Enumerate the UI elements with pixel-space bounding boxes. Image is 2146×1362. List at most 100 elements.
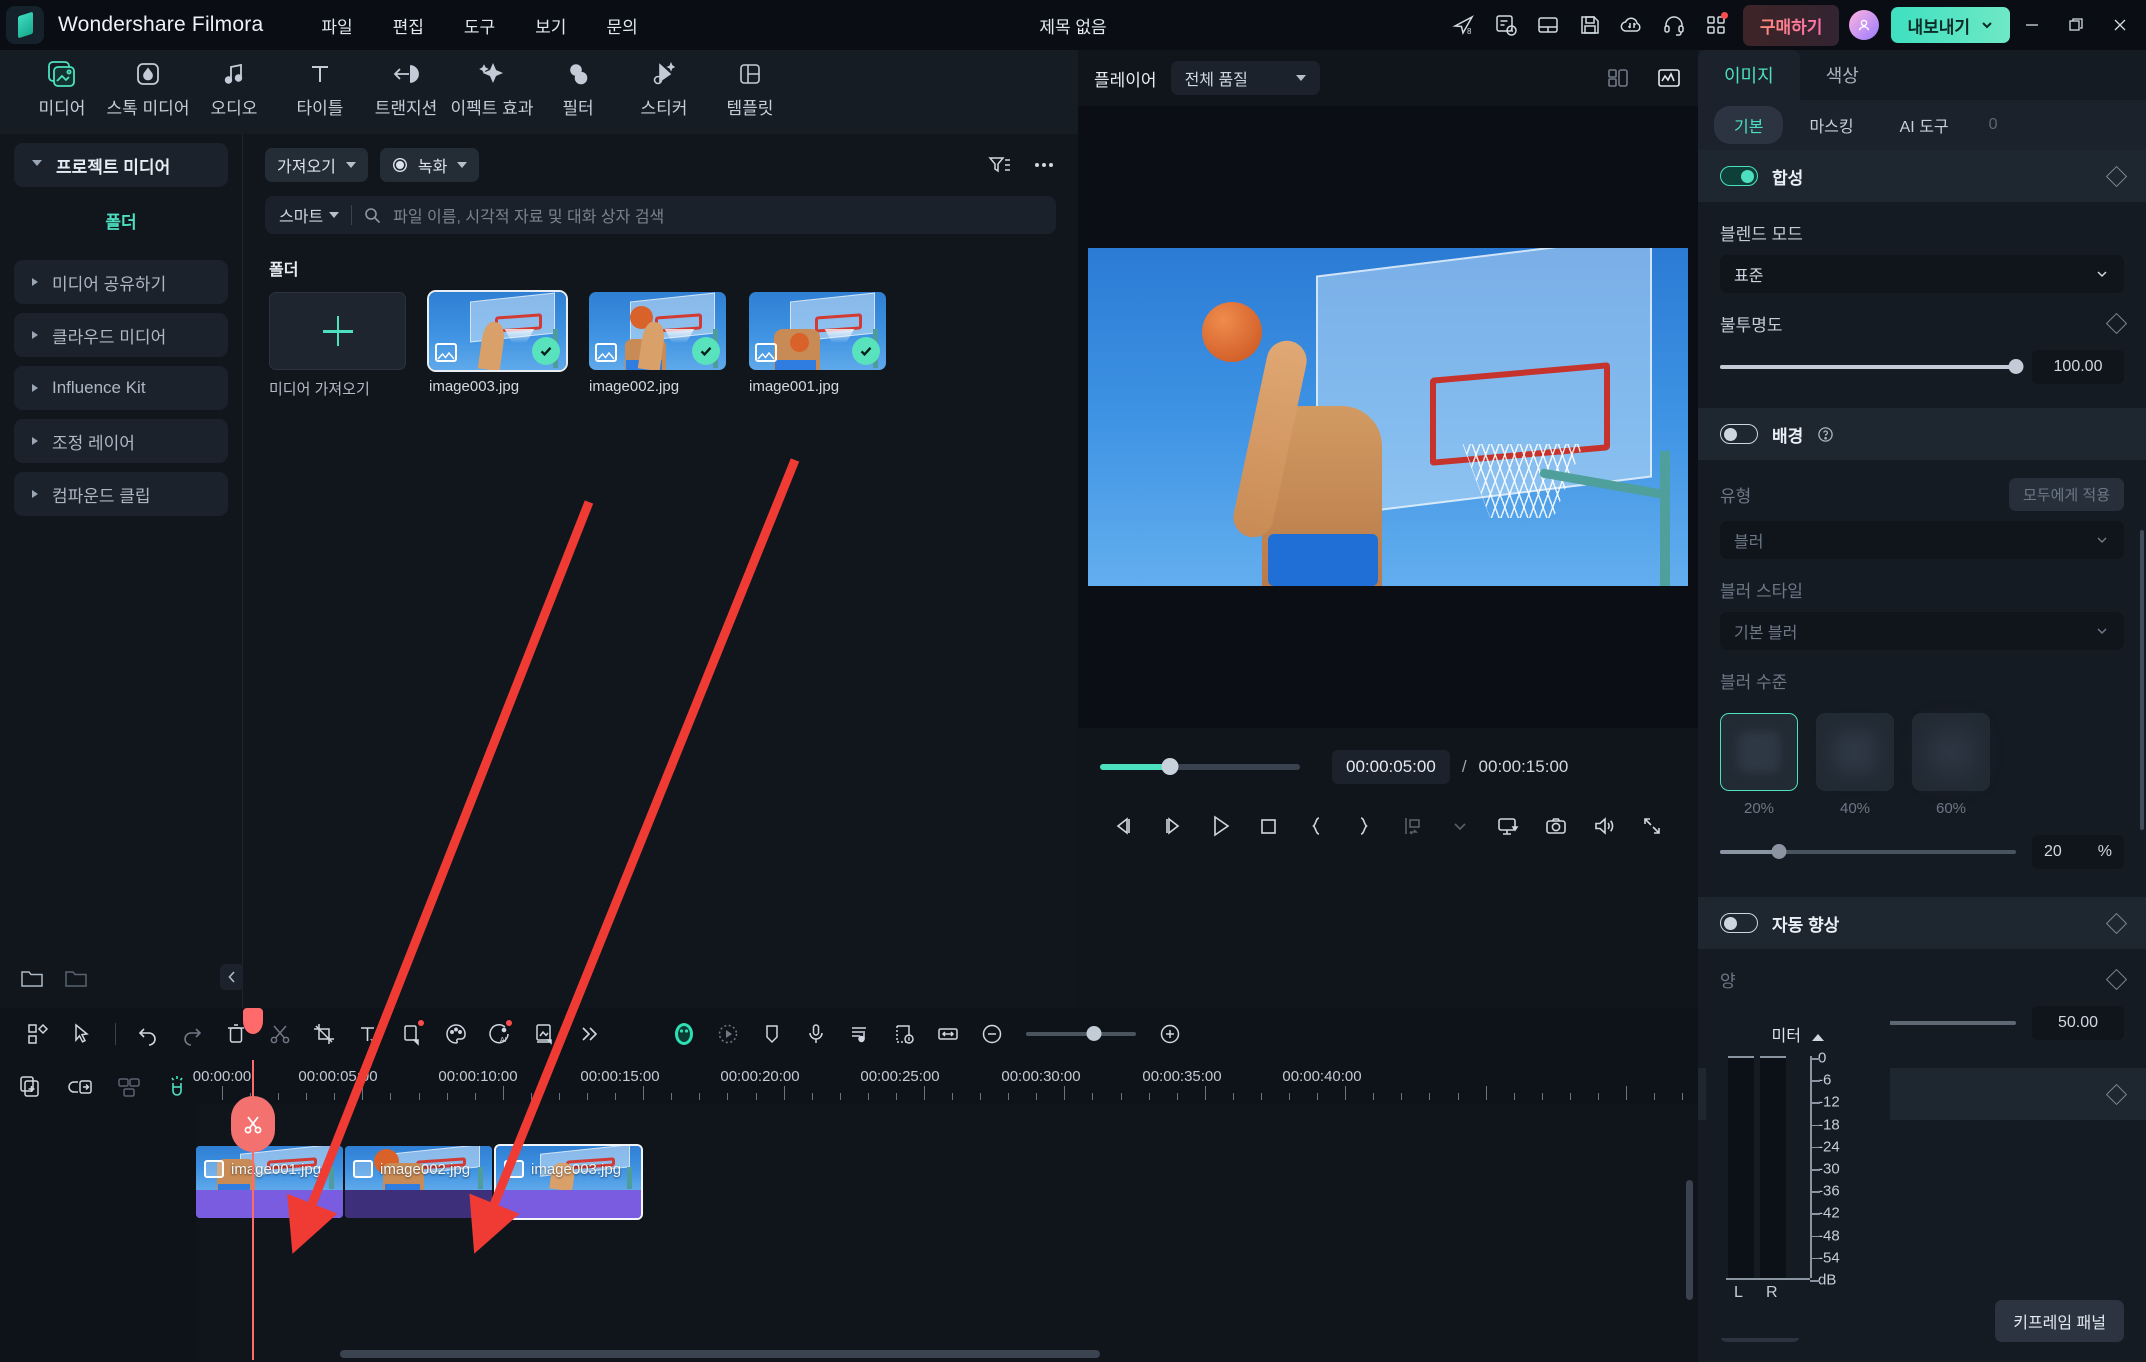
import-button[interactable]: 가져오기 bbox=[265, 148, 368, 182]
play-icon[interactable] bbox=[1196, 806, 1244, 846]
fullscreen-icon[interactable] bbox=[1628, 806, 1676, 846]
buy-button[interactable]: 구매하기 bbox=[1742, 4, 1840, 46]
sidebar-item-share-media[interactable]: 미디어 공유하기 bbox=[14, 260, 228, 304]
timeline-hscrollbar[interactable] bbox=[340, 1350, 1894, 1358]
voiceover-icon[interactable] bbox=[794, 1012, 838, 1056]
blur-swatch[interactable] bbox=[1720, 713, 1798, 791]
crop-icon[interactable] bbox=[302, 1012, 346, 1056]
new-folder-icon[interactable] bbox=[20, 968, 44, 990]
tab-title[interactable]: 타이틀 bbox=[278, 55, 362, 129]
timeline-clip[interactable]: image003.jpg bbox=[494, 1144, 643, 1220]
close-button[interactable] bbox=[2098, 2, 2142, 48]
import-media-tile[interactable]: 미디어 가져오기 bbox=[269, 292, 406, 399]
group-icon[interactable] bbox=[116, 1074, 142, 1100]
redo-icon[interactable] bbox=[170, 1012, 214, 1056]
blur-option[interactable]: 40% bbox=[1816, 713, 1894, 817]
properties-scrollbar[interactable] bbox=[2140, 530, 2144, 830]
headset-icon[interactable] bbox=[1653, 4, 1695, 46]
tab-media[interactable]: 미디어 bbox=[20, 55, 104, 129]
opacity-slider[interactable] bbox=[1720, 359, 2024, 374]
tab-sticker[interactable]: 스티커 bbox=[622, 55, 706, 129]
keyframe-diamond-icon[interactable] bbox=[2105, 912, 2128, 934]
pointer-select-icon[interactable] bbox=[60, 1012, 104, 1056]
scope-waveform-icon[interactable] bbox=[1656, 67, 1682, 89]
keyframe-diamond-icon[interactable] bbox=[2105, 312, 2128, 335]
import-media-thumb[interactable] bbox=[269, 292, 406, 370]
motion-tracking-icon[interactable] bbox=[706, 1012, 750, 1056]
record-button[interactable]: 녹화 bbox=[379, 148, 480, 182]
cloud-sync-icon[interactable] bbox=[1611, 4, 1653, 46]
tab-effects[interactable]: 이펙트 효과 bbox=[450, 55, 534, 129]
more-options-icon[interactable] bbox=[1032, 154, 1056, 176]
tab-stock-media[interactable]: 스톡 미디어 bbox=[106, 55, 190, 129]
menu-edit[interactable]: 편집 bbox=[373, 7, 444, 44]
menu-tools[interactable]: 도구 bbox=[444, 7, 515, 44]
blur-slider[interactable] bbox=[1720, 844, 2016, 859]
minimize-button[interactable] bbox=[2010, 2, 2054, 48]
sidebar-item-cloud-media[interactable]: 클라우드 미디어 bbox=[14, 313, 228, 357]
bg-type-select[interactable]: 블러 bbox=[1720, 521, 2124, 559]
sort-filter-icon[interactable] bbox=[988, 154, 1012, 176]
frame-icon[interactable] bbox=[522, 1012, 566, 1056]
task-clock-icon[interactable] bbox=[1485, 4, 1527, 46]
link-icon[interactable] bbox=[66, 1074, 94, 1100]
timeline-vscrollbar[interactable] bbox=[1686, 1180, 1693, 1300]
apply-to-all-button[interactable]: 모두에게 적용 bbox=[2009, 478, 2124, 511]
stop-icon[interactable] bbox=[1244, 806, 1292, 846]
zoom-in-icon[interactable] bbox=[1148, 1012, 1192, 1056]
preview-video[interactable] bbox=[1088, 248, 1688, 586]
search-box[interactable]: 스마트 파일 이름, 시각적 자료 및 대화 상자 검색 bbox=[265, 196, 1056, 234]
split-icon[interactable] bbox=[1388, 806, 1436, 846]
folder-icon[interactable] bbox=[64, 968, 88, 990]
zoom-knob[interactable] bbox=[1086, 1026, 1102, 1041]
media-item[interactable]: image001.jpg bbox=[749, 292, 886, 399]
volume-icon[interactable] bbox=[1580, 806, 1628, 846]
sidebar-item-project-media[interactable]: 프로젝트 미디어 bbox=[14, 143, 228, 187]
playhead[interactable] bbox=[231, 1008, 275, 1360]
media-item[interactable]: image002.jpg bbox=[589, 292, 726, 399]
mark-out-icon[interactable] bbox=[1340, 806, 1388, 846]
tab-color[interactable]: 색상 bbox=[1800, 50, 1885, 100]
compose-toggle[interactable] bbox=[1720, 166, 1758, 186]
apps-grid-icon[interactable] bbox=[1695, 4, 1737, 46]
save-icon[interactable] bbox=[1569, 4, 1611, 46]
sidebar-item-compound-clip[interactable]: 컴파운드 클립 bbox=[14, 472, 228, 516]
fit-timeline-icon[interactable] bbox=[926, 1012, 970, 1056]
menu-contact[interactable]: 문의 bbox=[586, 7, 657, 44]
seek-knob[interactable] bbox=[1161, 758, 1179, 775]
tab-audio[interactable]: 오디오 bbox=[192, 55, 276, 129]
cut-button[interactable] bbox=[231, 1096, 275, 1152]
layout-grid-icon[interactable] bbox=[16, 1012, 60, 1056]
auto-enhance-toggle[interactable] bbox=[1720, 913, 1758, 933]
text-icon[interactable] bbox=[346, 1012, 390, 1056]
timeline-zoom-slider[interactable] bbox=[1026, 1026, 1136, 1041]
opacity-value[interactable]: 100.00 bbox=[2032, 350, 2124, 384]
next-frame-icon[interactable] bbox=[1148, 806, 1196, 846]
timeline-clip[interactable]: image002.jpg bbox=[345, 1146, 492, 1218]
marker-icon[interactable] bbox=[750, 1012, 794, 1056]
sidebar-item-influence-kit[interactable]: Influence Kit bbox=[14, 366, 228, 410]
split-scissors-icon[interactable] bbox=[258, 1012, 302, 1056]
chevron-down-icon[interactable] bbox=[1436, 806, 1484, 846]
avatar[interactable] bbox=[1849, 10, 1880, 40]
layout-icon[interactable] bbox=[1527, 4, 1569, 46]
collapse-sidebar-button[interactable] bbox=[220, 964, 244, 990]
audio-mix-icon[interactable] bbox=[838, 1012, 882, 1056]
tab-transition[interactable]: 트랜지션 bbox=[364, 55, 448, 129]
blur-swatch[interactable] bbox=[1816, 713, 1894, 791]
more-chevrons-icon[interactable] bbox=[566, 1012, 610, 1056]
blur-style-select[interactable]: 기본 블러 bbox=[1720, 612, 2124, 650]
split-view-icon[interactable] bbox=[1606, 67, 1632, 89]
current-time[interactable]: 00:00:05:00 bbox=[1332, 750, 1450, 784]
blur-value-box[interactable]: 20 % bbox=[2032, 835, 2124, 869]
display-icon[interactable] bbox=[1484, 806, 1532, 846]
keyframe-diamond-icon[interactable] bbox=[2105, 165, 2128, 187]
color-palette-icon[interactable] bbox=[434, 1012, 478, 1056]
mark-in-icon[interactable] bbox=[1292, 806, 1340, 846]
maximize-button[interactable] bbox=[2054, 2, 2098, 48]
blend-mode-select[interactable]: 표준 bbox=[1720, 255, 2124, 293]
playhead-handle[interactable] bbox=[243, 1008, 263, 1034]
keyframe-diamond-icon[interactable] bbox=[2105, 968, 2128, 991]
ai-mask-icon[interactable]: AI bbox=[478, 1012, 522, 1056]
search-input[interactable]: 파일 이름, 시각적 자료 및 대화 상자 검색 bbox=[393, 203, 664, 227]
